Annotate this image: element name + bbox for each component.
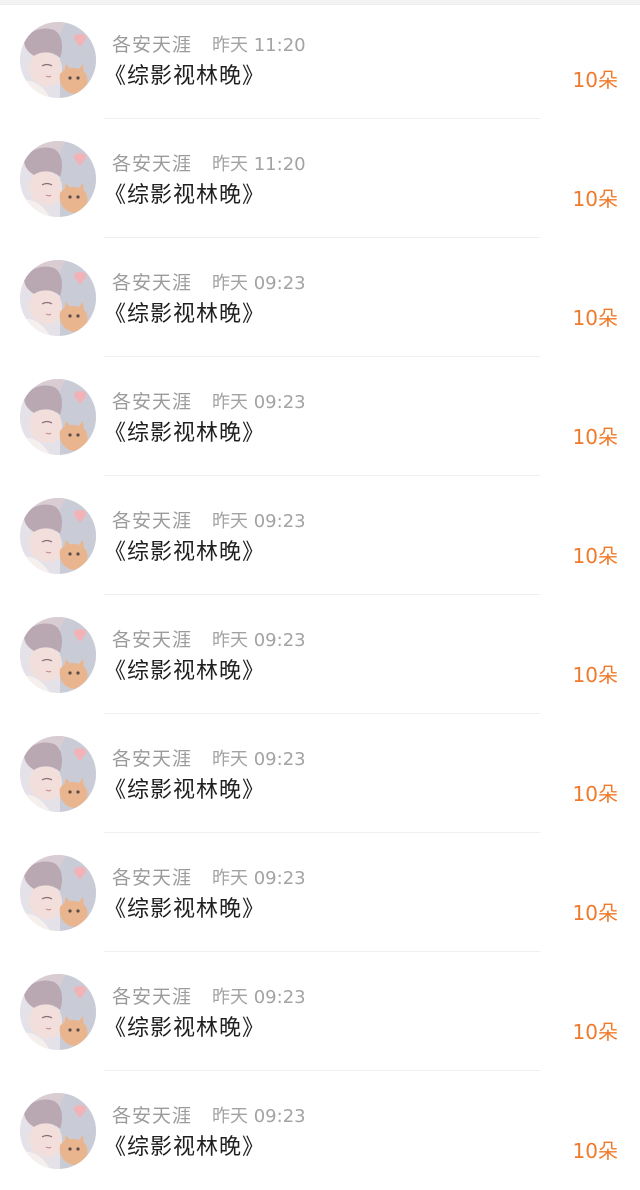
gift-amount: 10朵 <box>572 425 618 449</box>
avatar-girl-with-cat-icon <box>20 260 96 336</box>
timestamp: 昨天 09:23 <box>212 987 306 1008</box>
list-item[interactable]: 各安天涯 昨天 09:23 《综影视林晚》 10朵 <box>0 357 640 476</box>
user-name[interactable]: 各安天涯 <box>112 30 192 57</box>
avatar[interactable] <box>20 617 96 693</box>
user-name[interactable]: 各安天涯 <box>112 268 192 295</box>
user-name[interactable]: 各安天涯 <box>112 982 192 1009</box>
avatar-girl-with-cat-icon <box>20 498 96 574</box>
list-item[interactable]: 各安天涯 昨天 09:23 《综影视林晚》 10朵 <box>0 476 640 595</box>
book-title[interactable]: 《综影视林晚》 <box>104 891 265 923</box>
avatar-girl-with-cat-icon <box>20 141 96 217</box>
gift-amount: 10朵 <box>572 1020 618 1044</box>
user-name[interactable]: 各安天涯 <box>112 387 192 414</box>
list-item[interactable]: 各安天涯 昨天 09:23 《综影视林晚》 10朵 <box>0 595 640 714</box>
timestamp: 昨天 09:23 <box>212 273 306 294</box>
gift-amount: 10朵 <box>572 663 618 687</box>
list-item[interactable]: 各安天涯 昨天 09:23 《综影视林晚》 10朵 <box>0 238 640 357</box>
book-title[interactable]: 《综影视林晚》 <box>104 1129 265 1161</box>
user-name[interactable]: 各安天涯 <box>112 625 192 652</box>
timestamp: 昨天 11:20 <box>212 35 306 56</box>
avatar-girl-with-cat-icon <box>20 855 96 931</box>
book-title[interactable]: 《综影视林晚》 <box>104 415 265 447</box>
avatar[interactable] <box>20 498 96 574</box>
list-item[interactable]: 各安天涯 昨天 11:20 《综影视林晚》 10朵 <box>0 119 640 238</box>
gift-amount: 10朵 <box>572 782 618 806</box>
avatar-girl-with-cat-icon <box>20 736 96 812</box>
list-item[interactable]: 各安天涯 昨天 09:23 《综影视林晚》 10朵 <box>0 952 640 1071</box>
avatar[interactable] <box>20 736 96 812</box>
timestamp: 昨天 09:23 <box>212 392 306 413</box>
avatar-girl-with-cat-icon <box>20 379 96 455</box>
avatar[interactable] <box>20 260 96 336</box>
book-title[interactable]: 《综影视林晚》 <box>104 653 265 685</box>
gift-amount: 10朵 <box>572 1139 618 1163</box>
gift-amount: 10朵 <box>572 306 618 330</box>
book-title[interactable]: 《综影视林晚》 <box>104 772 265 804</box>
timestamp: 昨天 09:23 <box>212 630 306 651</box>
user-name[interactable]: 各安天涯 <box>112 149 192 176</box>
avatar[interactable] <box>20 974 96 1050</box>
list-item[interactable]: 各安天涯 昨天 11:20 《综影视林晚》 10朵 <box>0 0 640 119</box>
book-title[interactable]: 《综影视林晚》 <box>104 534 265 566</box>
avatar-girl-with-cat-icon <box>20 22 96 98</box>
book-title[interactable]: 《综影视林晚》 <box>104 296 265 328</box>
timestamp: 昨天 09:23 <box>212 511 306 532</box>
user-name[interactable]: 各安天涯 <box>112 744 192 771</box>
avatar[interactable] <box>20 22 96 98</box>
avatar-girl-with-cat-icon <box>20 617 96 693</box>
avatar-girl-with-cat-icon <box>20 974 96 1050</box>
avatar[interactable] <box>20 1093 96 1169</box>
timestamp: 昨天 09:23 <box>212 749 306 770</box>
gift-amount: 10朵 <box>572 68 618 92</box>
user-name[interactable]: 各安天涯 <box>112 506 192 533</box>
book-title[interactable]: 《综影视林晚》 <box>104 58 265 90</box>
user-name[interactable]: 各安天涯 <box>112 1101 192 1128</box>
book-title[interactable]: 《综影视林晚》 <box>104 1010 265 1042</box>
gift-amount: 10朵 <box>572 901 618 925</box>
list-item[interactable]: 各安天涯 昨天 09:23 《综影视林晚》 10朵 <box>0 833 640 952</box>
avatar[interactable] <box>20 379 96 455</box>
timestamp: 昨天 09:23 <box>212 868 306 889</box>
gift-amount: 10朵 <box>572 187 618 211</box>
timestamp: 昨天 09:23 <box>212 1106 306 1127</box>
timestamp: 昨天 11:20 <box>212 154 306 175</box>
avatar[interactable] <box>20 855 96 931</box>
book-title[interactable]: 《综影视林晚》 <box>104 177 265 209</box>
gift-amount: 10朵 <box>572 544 618 568</box>
list-item[interactable]: 各安天涯 昨天 09:23 《综影视林晚》 10朵 <box>0 1071 640 1190</box>
list-item[interactable]: 各安天涯 昨天 09:23 《综影视林晚》 10朵 <box>0 714 640 833</box>
avatar-girl-with-cat-icon <box>20 1093 96 1169</box>
user-name[interactable]: 各安天涯 <box>112 863 192 890</box>
avatar[interactable] <box>20 141 96 217</box>
